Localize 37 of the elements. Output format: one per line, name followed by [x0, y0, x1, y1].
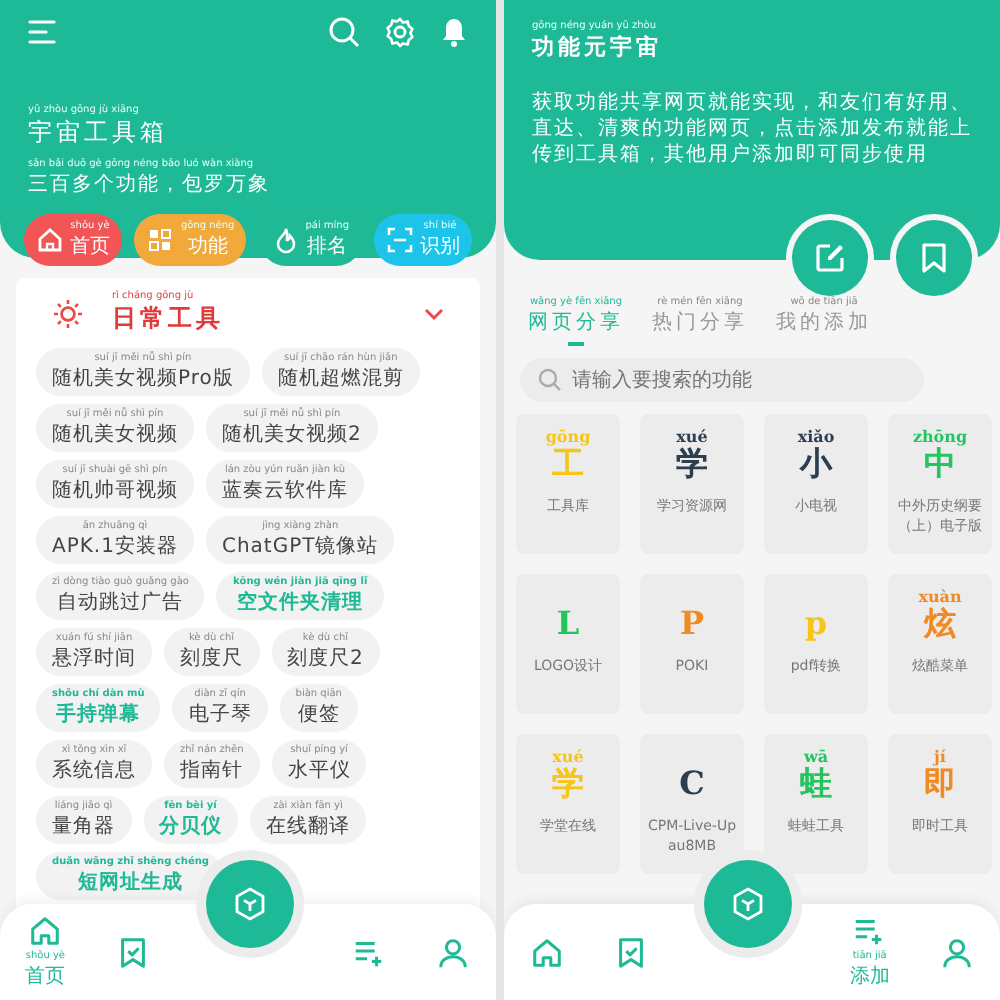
sun-icon: [52, 297, 84, 329]
bookmark-check-icon: [116, 935, 151, 969]
bookmark-check-icon: [614, 935, 649, 969]
cube-icon: [730, 886, 767, 922]
menu-icon[interactable]: [28, 20, 56, 44]
chevron-icon[interactable]: [424, 305, 444, 321]
bookmark-nav-button[interactable]: [116, 935, 151, 969]
home-icon: [529, 935, 564, 969]
bell-icon[interactable]: [440, 16, 468, 48]
app-subtitle: 三百多个功能，包罗万象: [28, 171, 272, 198]
bookmark-icon: [920, 242, 948, 274]
user-nav-button[interactable]: [436, 935, 471, 969]
settings-icon[interactable]: [384, 16, 416, 48]
description-text: 获取功能共享网页就能实现，和友们有好用、直达、清爽的功能网页，点击添加发布就能上传到工具箱，其他用户添加即可同步使用: [532, 90, 972, 168]
home-nav-button[interactable]: [529, 935, 564, 969]
search-field[interactable]: 请输入要搜索的功能: [520, 358, 924, 402]
grid-icon: [146, 226, 175, 254]
home-icon: [28, 914, 63, 948]
flame-icon: [271, 226, 300, 254]
bookmark-nav-button[interactable]: [614, 935, 649, 969]
user-nav-button[interactable]: [940, 935, 975, 969]
section-title: 日常工具: [112, 302, 224, 336]
playlist-add-icon: [852, 914, 887, 948]
edit-icon: [814, 242, 846, 274]
cube-button[interactable]: [206, 860, 295, 948]
search-icon: [538, 368, 562, 392]
page-title: 功能元宇宙: [532, 32, 664, 62]
cube-button[interactable]: [704, 860, 793, 948]
cube-icon: [232, 886, 269, 922]
user-icon: [436, 935, 471, 969]
app-title: 宇宙工具箱: [28, 116, 170, 150]
home-icon: [36, 226, 64, 254]
scan-icon: [386, 226, 414, 254]
search-icon[interactable]: [328, 16, 360, 48]
edit-button[interactable]: [792, 220, 868, 296]
bookmark-button[interactable]: [896, 220, 972, 296]
user-icon: [940, 935, 975, 969]
